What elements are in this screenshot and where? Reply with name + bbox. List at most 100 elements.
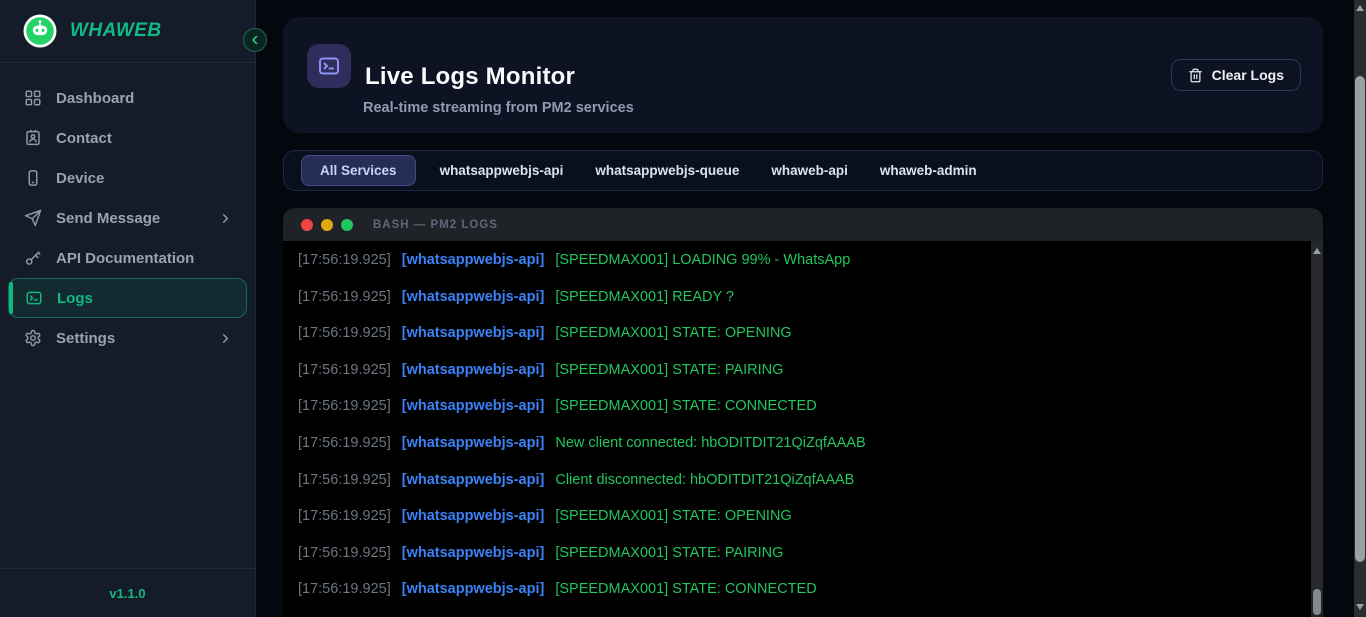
log-service: [whatsappwebjs-api]	[402, 581, 545, 597]
trash-icon	[1188, 68, 1203, 83]
sidebar-menu: Dashboard Contact Device Send Message API Do…	[8, 78, 247, 358]
log-message: [SPEEDMAX001] STATE: CONNECTED	[555, 581, 816, 597]
phone-icon	[24, 169, 42, 187]
log-row: [17:56:19.925] [whatsappwebjs-api] [SPEEDM…	[298, 352, 1311, 389]
log-timestamp: [17:56:19.925]	[298, 508, 391, 524]
page-header-card: Live Logs Monitor Real-time streaming fr…	[283, 17, 1323, 133]
terminal-icon	[25, 289, 43, 307]
sidebar-item-settings[interactable]: Settings	[8, 318, 247, 358]
browser-scrollbar-thumb[interactable]	[1355, 76, 1365, 562]
log-timestamp: [17:56:19.925]	[298, 581, 391, 597]
chevron-left-icon	[249, 34, 261, 46]
page-subtitle: Real-time streaming from PM2 services	[363, 100, 634, 116]
service-tabs-bar: All Services whatsappwebjs-api whatsappweb…	[283, 150, 1323, 191]
log-row: [17:56:19.925] [whatsappwebjs-api] [SPEEDM…	[298, 498, 1311, 535]
sidebar-item-label: Contact	[56, 130, 112, 147]
sidebar-item-label: Send Message	[56, 210, 160, 227]
traffic-light-red-icon	[301, 219, 313, 231]
log-timestamp: [17:56:19.925]	[298, 252, 391, 268]
log-timestamp: [17:56:19.925]	[298, 545, 391, 561]
log-row: [17:56:19.925] [whatsappwebjs-api] [SPEEDM…	[298, 388, 1311, 425]
log-row: [17:56:19.925] [whatsappwebjs-api] [SPEEDM…	[298, 279, 1311, 316]
log-output: [17:56:19.925] [whatsappwebjs-api] [SPEEDM…	[283, 241, 1311, 617]
log-timestamp: [17:56:19.925]	[298, 398, 391, 414]
log-message: [SPEEDMAX001] READY ?	[555, 289, 734, 305]
sidebar-item-api-documentation[interactable]: API Documentation	[8, 238, 247, 278]
sidebar-item-label: Dashboard	[56, 90, 134, 107]
key-icon	[24, 249, 42, 267]
sidebar-logo-row: WHAWEB	[0, 0, 255, 63]
log-row: [17:56:19.925] [whatsappwebjs-api] [SPEEDM…	[298, 535, 1311, 572]
log-service: [whatsappwebjs-api]	[402, 362, 545, 378]
log-timestamp: [17:56:19.925]	[298, 435, 391, 451]
log-timestamp: [17:56:19.925]	[298, 325, 391, 341]
grid-icon	[24, 89, 42, 107]
log-row: [17:56:19.925] [whatsappwebjs-api] Client …	[298, 462, 1311, 499]
tab-whaweb-admin[interactable]: whaweb-admin	[872, 163, 985, 178]
traffic-light-yellow-icon	[321, 219, 333, 231]
log-service: [whatsappwebjs-api]	[402, 325, 545, 341]
log-message: New client connected: hbODITDIT21QiZqfAA…	[555, 435, 865, 451]
sidebar-item-label: Logs	[57, 290, 93, 307]
log-message: [SPEEDMAX001] STATE: OPENING	[555, 325, 791, 341]
sidebar-item-dashboard[interactable]: Dashboard	[8, 78, 247, 118]
tab-all-services[interactable]: All Services	[301, 155, 416, 186]
terminal-window-icon	[307, 44, 351, 88]
sidebar-item-contact[interactable]: Contact	[8, 118, 247, 158]
log-service: [whatsappwebjs-api]	[402, 398, 545, 414]
traffic-light-green-icon	[341, 219, 353, 231]
sidebar-item-device[interactable]: Device	[8, 158, 247, 198]
log-message: [SPEEDMAX001] STATE: OPENING	[555, 508, 791, 524]
log-service: [whatsappwebjs-api]	[402, 252, 545, 268]
terminal-scrollbar-thumb[interactable]	[1313, 589, 1321, 615]
scrollbar-up-arrow-icon[interactable]	[1356, 5, 1364, 11]
brand-title: WHAWEB	[70, 20, 162, 42]
chevron-right-icon	[218, 211, 233, 226]
log-row: [17:56:19.925] [whatsappwebjs-api] [SPEEDM…	[298, 242, 1311, 279]
log-row: [17:56:19.925] [whatsappwebjs-api] New cli…	[298, 425, 1311, 462]
clear-logs-button[interactable]: Clear Logs	[1171, 59, 1301, 91]
log-timestamp: [17:56:19.925]	[298, 289, 391, 305]
log-service: [whatsappwebjs-api]	[402, 508, 545, 524]
log-row: [17:56:19.925] [whatsappwebjs-api] [SPEEDM…	[298, 315, 1311, 352]
sidebar-item-label: Device	[56, 170, 104, 187]
log-message: [SPEEDMAX001] LOADING 99% - WhatsApp	[555, 252, 850, 268]
log-row: [17:56:19.925] [whatsappwebjs-api] [SPEEDM…	[298, 571, 1311, 608]
paper-plane-icon	[24, 209, 42, 227]
tab-whaweb-api[interactable]: whaweb-api	[763, 163, 856, 178]
gear-icon	[24, 329, 42, 347]
tab-whatsappwebjs-queue[interactable]: whatsappwebjs-queue	[587, 163, 747, 178]
whaweb-logo-icon	[22, 13, 58, 49]
main-area: Live Logs Monitor Real-time streaming fr…	[256, 0, 1366, 617]
log-message: [SPEEDMAX001] STATE: CONNECTED	[555, 398, 816, 414]
log-timestamp: [17:56:19.925]	[298, 472, 391, 488]
log-service: [whatsappwebjs-api]	[402, 289, 545, 305]
log-message: Client disconnected: hbODITDIT21QiZqfAAA…	[555, 472, 854, 488]
sidebar-item-label: API Documentation	[56, 250, 194, 267]
sidebar-collapse-button[interactable]	[243, 28, 267, 52]
log-message: [SPEEDMAX001] STATE: PAIRING	[555, 545, 783, 561]
sidebar-item-send-message[interactable]: Send Message	[8, 198, 247, 238]
sidebar-item-label: Settings	[56, 330, 115, 347]
terminal-header: BASH — PM2 LOGS	[283, 208, 1323, 241]
log-timestamp: [17:56:19.925]	[298, 362, 391, 378]
contact-card-icon	[24, 129, 42, 147]
app-version: v1.1.0	[109, 586, 145, 601]
scrollbar-down-arrow-icon[interactable]	[1356, 604, 1364, 610]
log-terminal: BASH — PM2 LOGS [17:56:19.925] [whatsappw…	[283, 208, 1323, 617]
sidebar-item-logs[interactable]: Logs	[8, 278, 247, 318]
sidebar: WHAWEB Dashboard Contact Device Send Messag…	[0, 0, 256, 617]
scroll-up-arrow-icon[interactable]	[1313, 248, 1321, 254]
clear-logs-label: Clear Logs	[1212, 67, 1284, 83]
log-message: [SPEEDMAX001] STATE: PAIRING	[555, 362, 783, 378]
tab-whatsappwebjs-api[interactable]: whatsappwebjs-api	[432, 163, 572, 178]
terminal-title: BASH — PM2 LOGS	[373, 219, 498, 231]
sidebar-footer: v1.1.0	[0, 568, 255, 617]
chevron-right-icon	[218, 331, 233, 346]
log-service: [whatsappwebjs-api]	[402, 435, 545, 451]
terminal-scrollbar[interactable]	[1311, 241, 1323, 617]
log-service: [whatsappwebjs-api]	[402, 545, 545, 561]
log-service: [whatsappwebjs-api]	[402, 472, 545, 488]
page-title: Live Logs Monitor	[365, 63, 634, 91]
browser-scrollbar[interactable]	[1354, 0, 1366, 617]
